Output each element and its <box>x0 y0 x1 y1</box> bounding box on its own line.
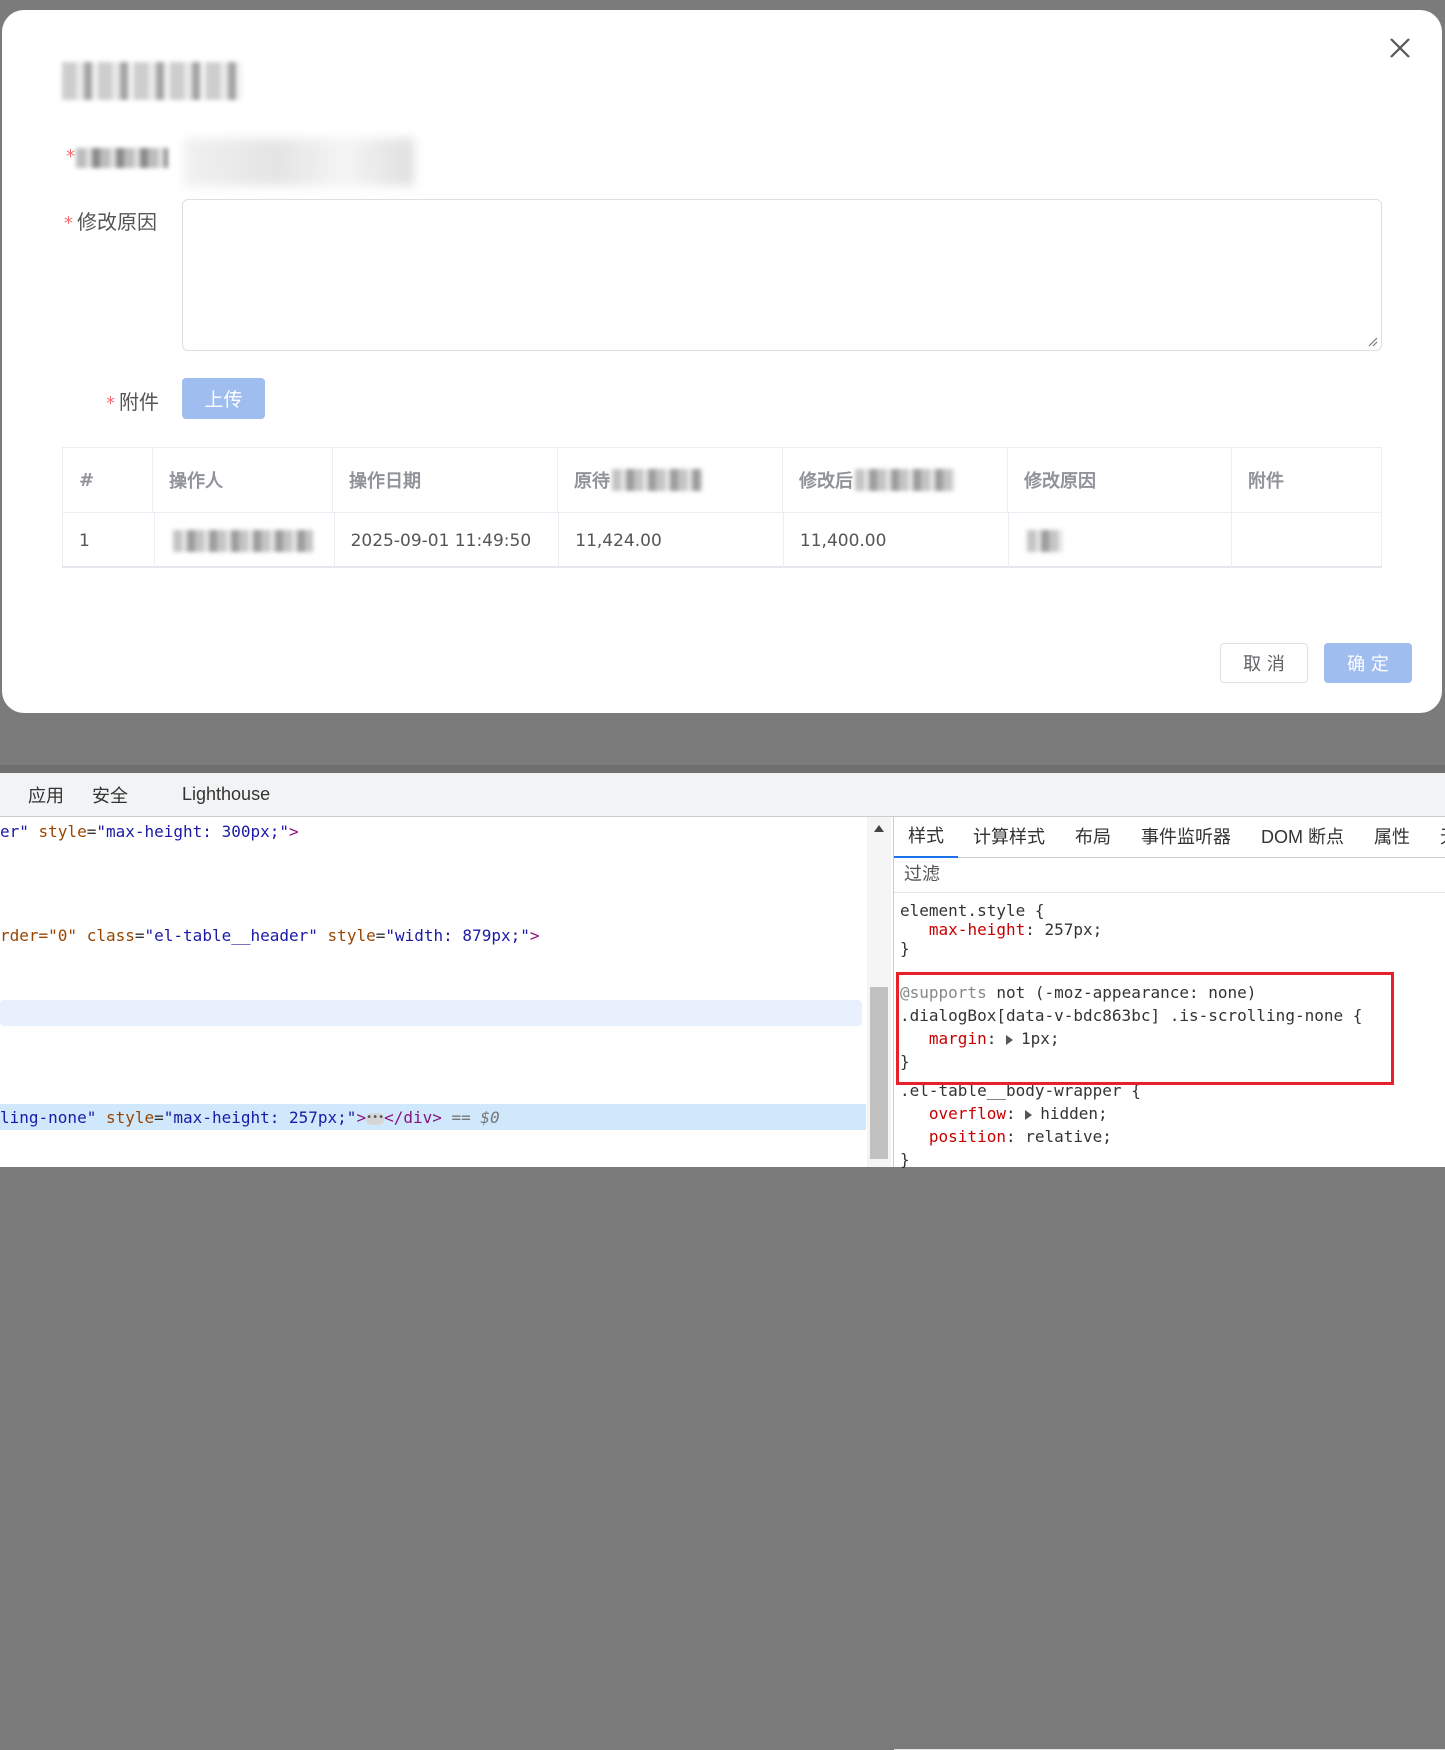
row-modified: 11,400.00 <box>784 513 1009 568</box>
cancel-button[interactable]: 取 消 <box>1220 643 1308 683</box>
dom-line-selected[interactable]: ling-none" style="max-height: 257px;">••… <box>0 1105 500 1131</box>
style-rule-element[interactable]: element.style { max-height: 257px; } <box>900 901 1102 958</box>
required-mark: * <box>66 146 75 167</box>
tab-security[interactable]: 安全 <box>78 782 142 808</box>
overlay-divider <box>0 765 1445 773</box>
tab-lighthouse[interactable]: Lighthouse <box>142 784 284 805</box>
attachment-label: * 附件 <box>106 386 159 415</box>
styles-tabs: 样式 计算样式 布局 事件监听器 DOM 断点 属性 无 <box>894 817 1445 858</box>
redacted-header-suffix <box>855 469 955 491</box>
dom-line[interactable]: rder="0" class="el-table__header" style=… <box>0 923 540 949</box>
scroll-up-icon[interactable] <box>873 823 885 833</box>
tab-event-listeners[interactable]: 事件监听器 <box>1126 817 1246 857</box>
header-cell-modified: 修改后 <box>783 448 1008 512</box>
row-attachment <box>1232 513 1381 568</box>
reason-textarea[interactable] <box>182 199 1382 351</box>
header-cell-original: 原待 <box>558 448 783 512</box>
ellipsis-icon[interactable]: ••• <box>366 1112 384 1125</box>
highlight-annotation-box <box>896 972 1394 1085</box>
reason-label: * 修改原因 <box>64 206 157 235</box>
row-reason-redacted <box>1009 513 1233 568</box>
row-operator-redacted <box>155 513 335 568</box>
redacted-operator <box>172 529 313 552</box>
tab-layout[interactable]: 布局 <box>1060 817 1126 857</box>
elements-tree[interactable]: er" style="max-height: 300px;"> rder="0"… <box>0 817 866 1167</box>
header-cell-index: # <box>63 448 153 512</box>
attachment-label-text: 附件 <box>119 390 159 414</box>
expand-triangle-icon[interactable] <box>1025 1109 1033 1120</box>
devtools-panel: 应用 安全 Lighthouse er" style="max-height: … <box>0 773 1445 1750</box>
required-mark: * <box>106 393 115 414</box>
header-cell-attachment: 附件 <box>1248 471 1284 492</box>
tab-properties[interactable]: 属性 <box>1359 817 1425 857</box>
scroll-thumb[interactable] <box>870 987 888 1159</box>
required-mark: * <box>64 213 73 234</box>
reason-label-text: 修改原因 <box>77 210 157 234</box>
row-original: 11,424.00 <box>559 513 784 568</box>
tab-accessibility[interactable]: 无 <box>1425 817 1445 857</box>
table-row: 1 2025-09-01 11:49:50 11,424.00 11,400.0… <box>63 512 1381 568</box>
redacted-header-suffix <box>612 469 702 491</box>
header-cell-date: 操作日期 <box>333 448 558 512</box>
redacted-field-value <box>184 138 414 186</box>
header-modified-text: 修改后 <box>799 471 853 492</box>
tab-styles[interactable]: 样式 <box>894 816 958 858</box>
styles-filter-input[interactable]: 过滤 <box>894 858 1445 893</box>
tab-dom-breakpoints[interactable]: DOM 断点 <box>1246 817 1359 857</box>
redacted-field-row: * <box>64 138 424 186</box>
upload-button[interactable]: 上传 <box>182 378 265 419</box>
confirm-button[interactable]: 确 定 <box>1324 643 1412 683</box>
header-cell-operator: 操作人 <box>153 448 333 512</box>
elements-scrollbar[interactable] <box>867 817 891 1167</box>
history-table: # 操作人 操作日期 原待 修改后 修改原因 附件 1 2025-09-01 1… <box>62 447 1382 568</box>
resize-grip-icon[interactable] <box>1366 335 1378 347</box>
tab-application[interactable]: 应用 <box>0 782 78 808</box>
header-original-text: 原待 <box>574 471 610 492</box>
devtools-tabs: 应用 安全 Lighthouse <box>0 773 1445 817</box>
redacted-reason <box>1026 529 1063 552</box>
dialog-title-redacted <box>62 62 242 100</box>
close-icon[interactable] <box>1386 34 1414 62</box>
row-date: 2025-09-01 11:49:50 <box>335 513 560 568</box>
edit-dialog: * * 修改原因 * 附件 上传 # 操作人 操作日期 原待 修改后 修改原因 附件… <box>2 10 1442 713</box>
table-header: # 操作人 操作日期 原待 修改后 修改原因 附件 <box>63 448 1381 512</box>
tab-computed[interactable]: 计算样式 <box>958 817 1060 857</box>
dom-line[interactable]: er" style="max-height: 300px;"> <box>0 819 299 845</box>
hover-row <box>0 1000 862 1026</box>
row-index: 1 <box>63 513 155 568</box>
redacted-field-label <box>76 148 168 168</box>
header-cell-reason: 修改原因 <box>1008 448 1232 512</box>
style-rule-body-wrapper[interactable]: .el-table__body-wrapper { overflow: hidd… <box>900 1079 1141 1171</box>
